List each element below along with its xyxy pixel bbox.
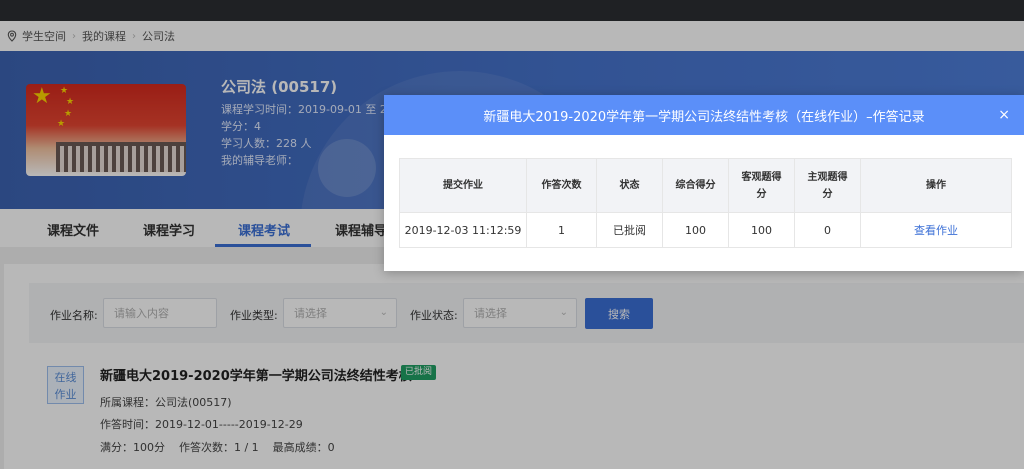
column-header: 主观题得分 <box>794 158 861 213</box>
total-score-cell: 100 <box>662 212 729 248</box>
objective-score-cell: 100 <box>728 212 795 248</box>
answer-record-dialog: 新疆电大2019-2020学年第一学期公司法终结性考核（在线作业）–作答记录 ×… <box>384 95 1024 271</box>
submit-time-cell: 2019-12-03 11:12:59 <box>399 212 527 248</box>
column-header: 状态 <box>596 158 663 213</box>
dialog-title: 新疆电大2019-2020学年第一学期公司法终结性考核（在线作业）–作答记录 <box>483 109 925 125</box>
column-header: 操作 <box>860 158 1012 213</box>
dialog-header: 新疆电大2019-2020学年第一学期公司法终结性考核（在线作业）–作答记录 <box>384 95 1024 135</box>
column-header: 提交作业 <box>399 158 527 213</box>
column-header: 客观题得分 <box>728 158 795 213</box>
column-header: 综合得分 <box>662 158 729 213</box>
answer-record-table: 提交作业 作答次数 状态 综合得分 客观题得分 主观题得分 操作 2019-12… <box>399 158 1012 248</box>
close-icon[interactable]: × <box>998 107 1010 123</box>
view-homework-link[interactable]: 查看作业 <box>860 212 1012 248</box>
status-cell: 已批阅 <box>596 212 663 248</box>
table-row: 2019-12-03 11:12:59 1 已批阅 100 100 0 查看作业 <box>399 212 1012 248</box>
column-header: 作答次数 <box>526 158 597 213</box>
top-bar <box>0 0 1024 21</box>
table-header-row: 提交作业 作答次数 状态 综合得分 客观题得分 主观题得分 操作 <box>399 158 1012 213</box>
subjective-score-cell: 0 <box>794 212 861 248</box>
attempt-count-cell: 1 <box>526 212 597 248</box>
